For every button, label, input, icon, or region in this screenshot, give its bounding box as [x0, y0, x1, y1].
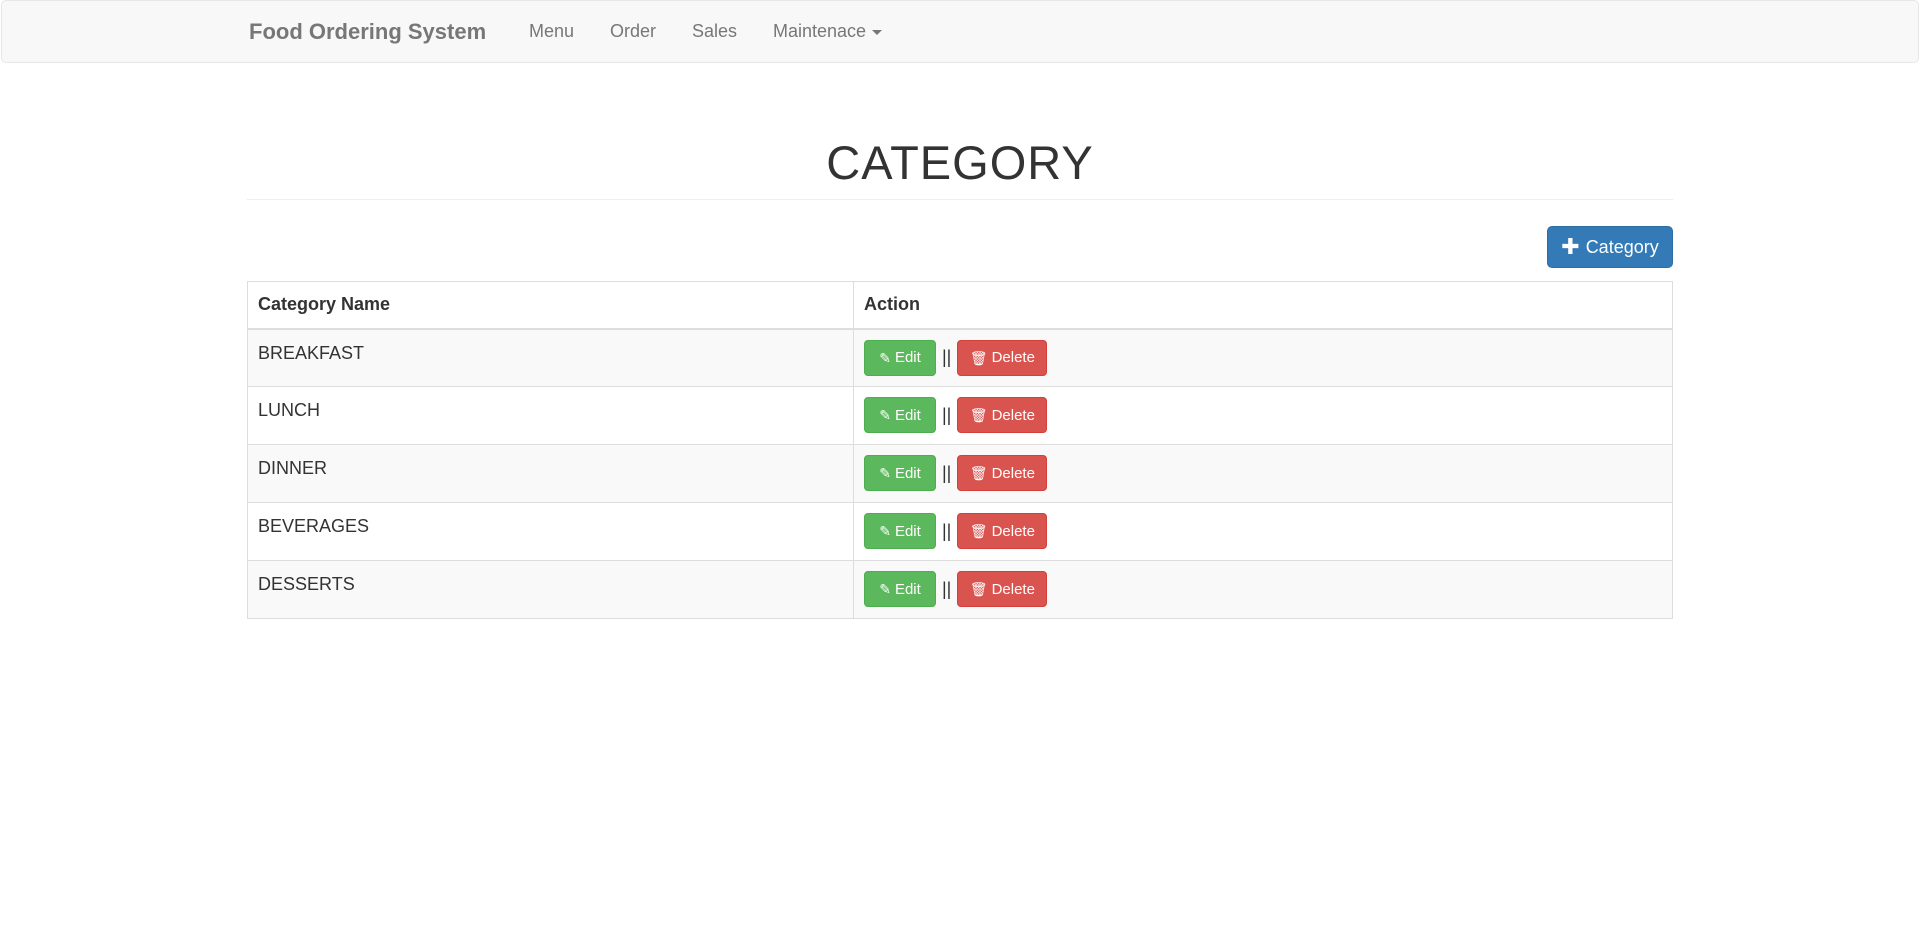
trash-icon: 🗑 — [969, 407, 988, 423]
edit-button-label: Edit — [894, 349, 921, 366]
pencil-icon: ✎ — [879, 465, 891, 481]
row-actions: ✎ Edit || 🗑 Delete — [864, 455, 1662, 491]
edit-button[interactable]: ✎ Edit — [864, 571, 936, 607]
trash-icon: 🗑 — [969, 349, 988, 366]
pencil-icon: ✎ — [879, 581, 891, 597]
table-row: BREAKFAST ✎ Edit || 🗑 Delete — [247, 328, 1673, 387]
category-name-cell: BREAKFAST — [247, 328, 854, 387]
nav-dropdown-maintenance[interactable]: Maintenace — [773, 21, 883, 42]
nav-link-order[interactable]: Order — [610, 21, 656, 42]
add-category-button-label: Category — [1585, 236, 1659, 257]
action-separator: || — [942, 404, 952, 425]
table-row: LUNCH ✎ Edit || 🗑 Delete — [247, 386, 1673, 445]
action-separator: || — [942, 520, 952, 541]
category-name-cell: BEVERAGES — [247, 502, 854, 561]
delete-button[interactable]: 🗑 Delete — [957, 397, 1048, 433]
pencil-icon: ✎ — [879, 523, 891, 539]
table-row: DESSERTS ✎ Edit || 🗑 Delete — [247, 560, 1673, 619]
caret-down-icon — [872, 29, 883, 35]
action-separator: || — [942, 578, 952, 599]
delete-button-label: Delete — [991, 580, 1035, 598]
edit-button[interactable]: ✎ Edit — [864, 397, 936, 433]
row-actions: ✎ Edit || 🗑 Delete — [864, 571, 1662, 607]
edit-button[interactable]: ✎ Edit — [864, 455, 936, 491]
action-separator: || — [942, 462, 952, 483]
row-actions: ✎ Edit || 🗑 Delete — [864, 513, 1662, 549]
page-header: CATEGORY — [247, 125, 1673, 200]
page-title: CATEGORY — [826, 136, 1094, 189]
delete-button-label: Delete — [991, 522, 1035, 540]
delete-button[interactable]: 🗑 Delete — [957, 571, 1048, 607]
column-header-action: Action — [853, 281, 1673, 330]
row-actions: ✎ Edit || 🗑 Delete — [864, 339, 1662, 376]
brand-link[interactable]: Food Ordering System — [249, 19, 486, 45]
edit-button-label: Edit — [894, 522, 921, 540]
edit-button[interactable]: ✎ Edit — [864, 339, 936, 376]
category-name-cell: DINNER — [247, 444, 854, 503]
edit-button-label: Edit — [894, 580, 921, 598]
delete-button[interactable]: 🗑 Delete — [957, 513, 1048, 549]
edit-button-label: Edit — [894, 406, 921, 424]
category-name-cell: DESSERTS — [247, 560, 854, 619]
nav-link-sales[interactable]: Sales — [692, 21, 737, 42]
plus-icon: ✚ — [1561, 234, 1580, 259]
table-header-row: Category Name Action — [247, 281, 1673, 330]
nav-link-menu[interactable]: Menu — [529, 21, 574, 42]
delete-button[interactable]: 🗑 Delete — [957, 455, 1048, 491]
trash-icon: 🗑 — [969, 523, 988, 539]
column-header-category-name: Category Name — [247, 281, 854, 330]
category-name-cell: LUNCH — [247, 386, 854, 445]
action-cell: ✎ Edit || 🗑 Delete — [853, 444, 1673, 503]
action-cell: ✎ Edit || 🗑 Delete — [853, 560, 1673, 619]
action-cell: ✎ Edit || 🗑 Delete — [853, 502, 1673, 561]
table-row: BEVERAGES ✎ Edit || 🗑 Delete — [247, 502, 1673, 561]
delete-button-label: Delete — [991, 406, 1035, 424]
add-category-button[interactable]: ✚ Category — [1547, 226, 1673, 268]
pencil-icon: ✎ — [879, 407, 891, 423]
delete-button-label: Delete — [991, 464, 1035, 482]
pencil-icon: ✎ — [879, 349, 891, 366]
row-actions: ✎ Edit || 🗑 Delete — [864, 397, 1662, 433]
edit-button[interactable]: ✎ Edit — [864, 513, 936, 549]
edit-button-label: Edit — [894, 464, 921, 482]
action-separator: || — [942, 347, 952, 367]
action-cell: ✎ Edit || 🗑 Delete — [853, 386, 1673, 445]
top-navbar: Food Ordering System Menu Order Sales Ma… — [1, 0, 1919, 63]
table-row: DINNER ✎ Edit || 🗑 Delete — [247, 444, 1673, 503]
delete-button-label: Delete — [991, 349, 1035, 366]
trash-icon: 🗑 — [969, 581, 988, 597]
delete-button[interactable]: 🗑 Delete — [957, 339, 1048, 376]
action-cell: ✎ Edit || 🗑 Delete — [853, 328, 1673, 387]
trash-icon: 🗑 — [969, 465, 988, 481]
nav-dropdown-maintenance-label: Maintenace — [773, 21, 867, 41]
category-table: Category Name Action BREAKFAST ✎ Edit || 🗑 De… — [247, 281, 1673, 619]
